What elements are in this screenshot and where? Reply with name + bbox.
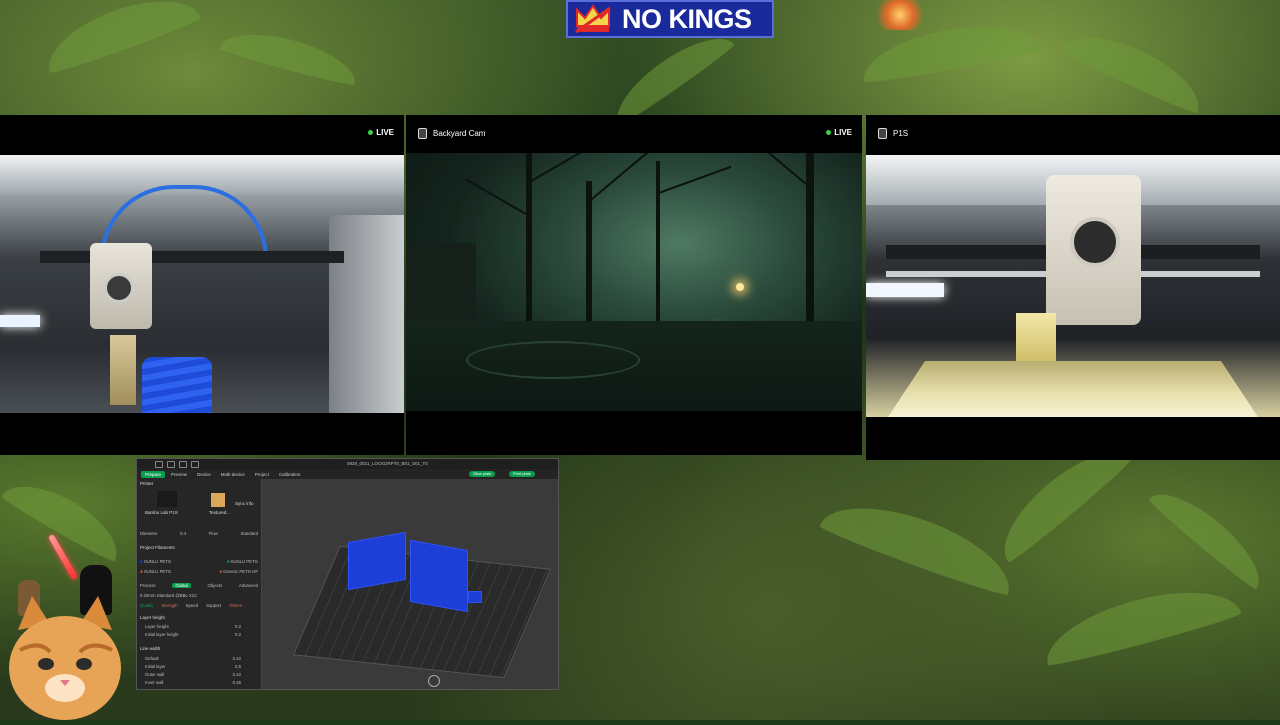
objects-toggle[interactable]: Objects [208, 583, 223, 588]
live-dot-icon [826, 130, 832, 135]
camera-feed-p1s[interactable] [866, 155, 1280, 417]
printer-section-header: Printer [140, 481, 154, 486]
camera-icon [878, 127, 887, 139]
settings-sidebar: Printer Bambu Lab P1S Textured... Sync i… [137, 479, 262, 689]
plate-type[interactable]: Textured... [209, 510, 258, 515]
logo-text: NO KINGS [622, 3, 752, 34]
rotate-view-icon[interactable] [428, 675, 440, 687]
process-label: Process [140, 583, 156, 588]
live-dot-icon [368, 130, 374, 135]
camera-name: Backyard Cam [433, 128, 486, 138]
camera-panel-backyard[interactable]: Backyard Cam LIVE [406, 115, 862, 455]
filament-section-header: Project Filaments [140, 545, 175, 550]
layer-height-label: Layer height [145, 624, 169, 629]
camera-name: P1S [893, 128, 909, 138]
camera-feed-backyard[interactable] [406, 153, 862, 411]
tab-strength[interactable]: Strength [161, 603, 177, 608]
fan-icon [104, 273, 134, 303]
flow-value[interactable]: Standard [241, 531, 258, 536]
camera-panel-1[interactable]: LIVE [0, 115, 404, 455]
tab-device[interactable]: Device [193, 471, 215, 478]
process-profile[interactable]: 0.20mm Standard @BBL X1C [140, 593, 197, 598]
file-icon[interactable] [155, 461, 163, 468]
filament-slot-1[interactable]: ■ SUNLU PETG [140, 559, 171, 564]
model-object-1[interactable] [348, 531, 406, 591]
line-width-group: Line width [140, 646, 161, 651]
print-plate-button[interactable]: Print plate [509, 471, 536, 477]
tab-support[interactable]: Support [206, 603, 221, 608]
tab-preview[interactable]: Preview [167, 471, 191, 478]
filament-slot-4[interactable]: ■ Generic PETG HF [219, 569, 258, 574]
printer-icon [157, 491, 177, 507]
tab-calibration[interactable]: Calibration [275, 471, 305, 478]
no-kings-logo: NO KINGS [566, 0, 774, 38]
blue-print-object [142, 357, 212, 413]
window-title: 0828_0021_LOCKDRPT0_B01_S01_T0 [347, 461, 428, 466]
line-width-outer-label: Outer wall [145, 672, 165, 677]
flow-label: Flow [208, 531, 218, 536]
tab-others[interactable]: Others [229, 603, 242, 608]
layer-height-value[interactable]: 0.2 [235, 624, 241, 629]
tab-prepare[interactable]: Prepare [141, 470, 166, 478]
line-width-initial-value[interactable]: 0.5 [235, 664, 241, 669]
window-titlebar: 0828_0021_LOCKDRPT0_B01_S01_T0 [137, 459, 558, 469]
layer-height-group: Layer height [140, 615, 165, 620]
camera-icon [418, 127, 427, 139]
crown-icon [568, 2, 616, 36]
model-object-2[interactable] [410, 539, 468, 613]
tab-multi-device[interactable]: Multi-device [217, 471, 249, 478]
camera-feed-printer-1[interactable] [0, 155, 404, 413]
camera-panel-p1s[interactable]: P1S [866, 115, 1280, 460]
toolhead [90, 243, 152, 329]
plate-icon [211, 493, 225, 507]
line-width-initial-label: Initial layer [145, 664, 166, 669]
initial-layer-height-label: Initial layer height [145, 632, 179, 637]
undo-icon[interactable] [179, 461, 187, 468]
line-width-outer-value[interactable]: 0.42 [233, 672, 241, 677]
sun-flare [870, 0, 930, 30]
redo-icon[interactable] [191, 461, 199, 468]
cat-sticker [0, 590, 130, 720]
line-width-default-value[interactable]: 0.42 [233, 656, 241, 661]
tab-speed[interactable]: Speed [186, 603, 198, 608]
build-plate [888, 361, 1258, 417]
initial-layer-height-value[interactable]: 0.2 [235, 632, 241, 637]
bambu-studio-window[interactable]: 0828_0021_LOCKDRPT0_B01_S01_T0 Prepare P… [136, 458, 559, 690]
tab-project[interactable]: Project [251, 471, 273, 478]
toolhead [1046, 175, 1141, 325]
nozzle-diameter-label: Diameter [140, 531, 158, 536]
slice-plate-button[interactable]: Slice plate [469, 471, 496, 477]
live-indicator: LIVE [368, 128, 394, 137]
model-object-3[interactable] [468, 591, 482, 603]
line-width-inner-value[interactable]: 0.45 [233, 680, 241, 685]
tab-quality[interactable]: Quality [140, 603, 153, 608]
filament-slot-2[interactable]: ■ SUNLU PETG [227, 559, 258, 564]
global-toggle[interactable]: Global [172, 583, 191, 588]
fan-icon [1070, 217, 1120, 267]
nozzle-diameter-value[interactable]: 0.4 [180, 531, 186, 536]
3d-viewport[interactable] [262, 479, 558, 689]
line-width-default-label: Default [145, 656, 159, 661]
advanced-toggle[interactable]: Advanced [239, 583, 258, 588]
filament-slot-3[interactable]: ■ SUNLU PETG [140, 569, 171, 574]
live-indicator: LIVE [826, 128, 852, 137]
sync-info[interactable]: Sync info [235, 501, 258, 506]
line-width-inner-label: Inner wall [145, 680, 164, 685]
save-icon[interactable] [167, 461, 175, 468]
